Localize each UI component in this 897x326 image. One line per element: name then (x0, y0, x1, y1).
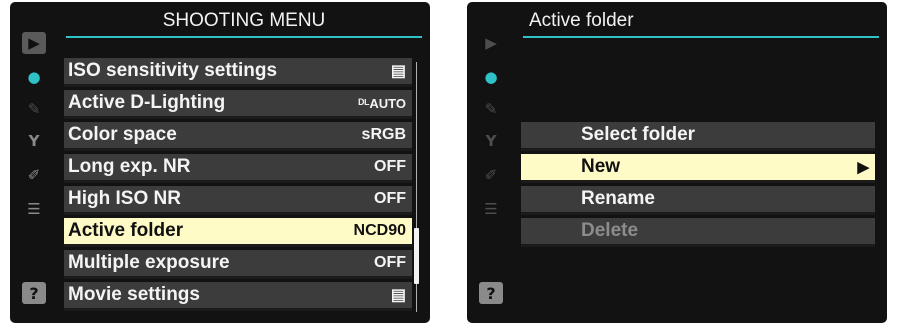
option-label: Delete (581, 220, 639, 241)
playback-menu-icon[interactable]: ▶ (479, 32, 503, 54)
menu-row-value: ▤ (390, 63, 406, 80)
menu-row-label: Multiple exposure (68, 252, 230, 273)
menu-row-label: Active folder (68, 220, 184, 241)
option-delete: Delete (521, 218, 875, 247)
menu-row-value: OFF (374, 190, 406, 207)
option-select-folder[interactable]: Select folder (521, 122, 875, 151)
option-rename[interactable]: Rename (521, 186, 875, 215)
menu-row-active-d-lighting[interactable]: Active D-Lighting ᴰᴸAUTO (64, 90, 412, 119)
chevron-right-icon: ▶ (857, 159, 869, 176)
page-title: SHOOTING MENU (66, 6, 422, 38)
option-new[interactable]: New ▶ (521, 154, 875, 183)
menu-row-value: OFF (374, 158, 406, 175)
shooting-menu-icon[interactable]: ● (479, 66, 503, 88)
menu-tabs-sidebar: ▶ ● ✎ Y ✐ ☰ ? (18, 32, 54, 314)
shooting-menu-screen: ▶ ● ✎ Y ✐ ☰ ? SHOOTING MENU ISO sensitiv… (10, 2, 430, 323)
menu-row-color-space[interactable]: Color space sRGB (64, 122, 412, 151)
menu-row-label: ISO sensitivity settings (68, 60, 278, 81)
menu-row-long-exp-nr[interactable]: Long exp. NR OFF (64, 154, 412, 183)
retouch-menu-icon[interactable]: ✐ (22, 164, 46, 186)
menu-row-movie-settings[interactable]: Movie settings ▤ (64, 282, 412, 311)
recent-settings-icon[interactable]: ☰ (479, 198, 503, 220)
scroll-thumb[interactable] (414, 228, 419, 284)
option-label: Rename (581, 188, 655, 209)
retouch-menu-icon[interactable]: ✐ (479, 164, 503, 186)
active-folder-screen: ▶ ● ✎ Y ✐ ☰ ? Active folder Select folde… (467, 2, 887, 323)
menu-row-high-iso-nr[interactable]: High ISO NR OFF (64, 186, 412, 215)
shooting-menu-icon[interactable]: ● (22, 66, 46, 88)
scrollbar[interactable] (414, 62, 419, 312)
menu-row-label: Long exp. NR (68, 156, 191, 177)
menu-row-active-folder[interactable]: Active folder NCD90 (64, 218, 412, 247)
menu-tabs-sidebar: ▶ ● ✎ Y ✐ ☰ ? (475, 32, 511, 314)
help-icon[interactable]: ? (479, 282, 503, 304)
setup-menu-icon[interactable]: Y (22, 130, 46, 152)
menu-row-label: Movie settings (68, 284, 200, 305)
menu-row-value: ᴰᴸAUTO (358, 95, 406, 111)
menu-row-value: sRGB (361, 126, 406, 143)
menu-row-iso-sensitivity[interactable]: ISO sensitivity settings ▤ (64, 58, 412, 87)
option-label: New (581, 156, 621, 177)
custom-settings-icon[interactable]: ✎ (22, 98, 46, 120)
menu-row-value: ▤ (390, 287, 406, 304)
option-label: Select folder (581, 124, 696, 145)
menu-row-value: NCD90 (353, 222, 406, 239)
custom-settings-icon[interactable]: ✎ (479, 98, 503, 120)
menu-row-multiple-exposure[interactable]: Multiple exposure OFF (64, 250, 412, 279)
menu-row-label: Active D-Lighting (68, 92, 226, 113)
page-title: Active folder (523, 6, 879, 38)
menu-row-label: Color space (68, 124, 177, 145)
playback-menu-icon[interactable]: ▶ (22, 32, 46, 54)
recent-settings-icon[interactable]: ☰ (22, 198, 46, 220)
menu-row-label: High ISO NR (68, 188, 181, 209)
help-icon[interactable]: ? (22, 282, 46, 304)
setup-menu-icon[interactable]: Y (479, 130, 503, 152)
menu-row-value: OFF (374, 254, 406, 271)
